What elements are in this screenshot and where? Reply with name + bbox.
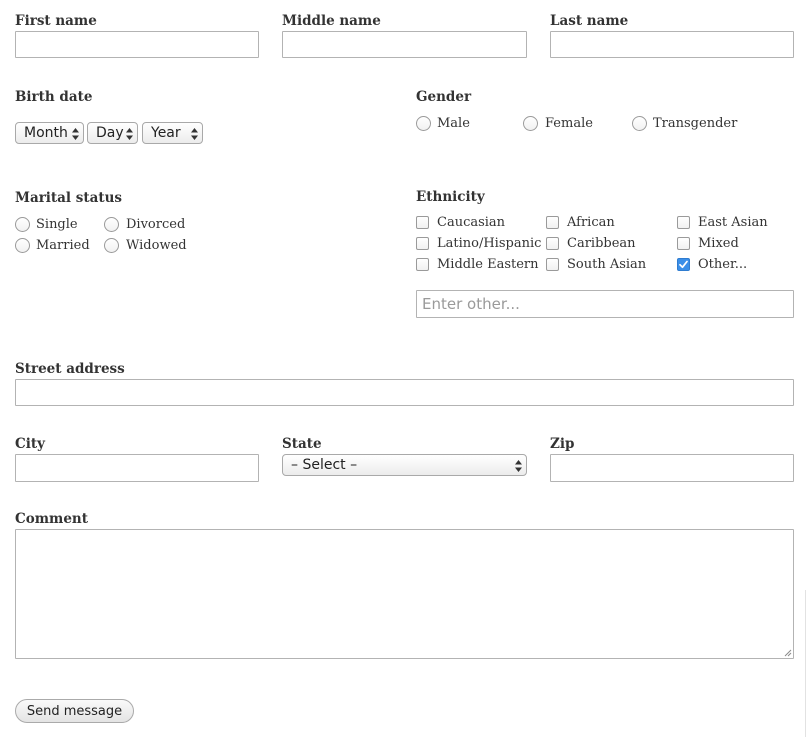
zip-input[interactable] (550, 454, 794, 482)
ethnicity-caribbean-checkbox[interactable] (546, 237, 559, 250)
ethnicity-other-checkbox[interactable] (677, 258, 690, 271)
gender-label: Gender (416, 89, 472, 105)
ethnicity-label: Ethnicity (416, 189, 485, 205)
marital-married-radio[interactable] (15, 238, 30, 253)
street-address-label: Street address (15, 361, 125, 377)
checkmark-icon (679, 260, 688, 269)
ethnicity-mixed-label: Mixed (698, 236, 739, 251)
city-label: City (15, 436, 45, 452)
ethnicity-middle-eastern-label: Middle Eastern (437, 257, 539, 272)
first-name-label: First name (15, 13, 97, 29)
gender-male-label: Male (437, 116, 470, 131)
ethnicity-mixed-checkbox[interactable] (677, 237, 690, 250)
middle-name-input[interactable] (282, 31, 527, 58)
birth-month-value: Month (24, 125, 68, 141)
state-select[interactable]: – Select – (282, 454, 527, 476)
birth-date-label: Birth date (15, 89, 93, 105)
street-address-input[interactable] (15, 379, 794, 406)
ethnicity-latino-label: Latino/Hispanic (437, 236, 542, 251)
last-name-input[interactable] (550, 31, 794, 58)
marital-single-label: Single (36, 217, 78, 232)
marital-divorced-radio[interactable] (104, 217, 119, 232)
middle-name-label: Middle name (282, 13, 381, 29)
ethnicity-other-placeholder: Enter other... (422, 295, 520, 313)
comment-label: Comment (15, 511, 88, 527)
send-message-label: Send message (26, 703, 123, 719)
ethnicity-latino-checkbox[interactable] (416, 237, 429, 250)
marital-single-radio[interactable] (15, 217, 30, 232)
gender-transgender-radio[interactable] (632, 116, 647, 131)
ethnicity-caucasian-label: Caucasian (437, 215, 506, 230)
scrollbar-track[interactable] (805, 590, 806, 737)
gender-transgender-label: Transgender (653, 116, 738, 131)
ethnicity-african-checkbox[interactable] (546, 216, 559, 229)
ethnicity-other-label: Other... (698, 257, 748, 272)
ethnicity-east-asian-checkbox[interactable] (677, 216, 690, 229)
zip-label: Zip (550, 436, 575, 452)
marital-married-label: Married (36, 238, 90, 253)
comment-textarea[interactable] (15, 529, 794, 659)
birth-day-value: Day (96, 125, 124, 141)
gender-female-label: Female (545, 116, 593, 131)
ethnicity-south-asian-label: South Asian (567, 257, 647, 272)
birth-year-select[interactable]: Year (142, 122, 203, 144)
select-arrows-icon (515, 460, 522, 472)
birth-day-select[interactable]: Day (87, 122, 138, 144)
select-arrows-icon (72, 128, 79, 140)
resize-handle-icon[interactable] (784, 649, 792, 657)
gender-male-radio[interactable] (416, 116, 431, 131)
ethnicity-middle-eastern-checkbox[interactable] (416, 258, 429, 271)
marital-widowed-label: Widowed (126, 238, 187, 253)
last-name-label: Last name (550, 13, 629, 29)
ethnicity-south-asian-checkbox[interactable] (546, 258, 559, 271)
marital-status-label: Marital status (15, 190, 122, 206)
gender-female-radio[interactable] (523, 116, 538, 131)
select-arrows-icon (126, 128, 133, 140)
state-select-value: – Select – (291, 457, 358, 473)
ethnicity-east-asian-label: East Asian (698, 215, 768, 230)
marital-widowed-radio[interactable] (104, 238, 119, 253)
marital-divorced-label: Divorced (126, 217, 186, 232)
state-label: State (282, 436, 322, 452)
city-input[interactable] (15, 454, 259, 482)
select-arrows-icon (191, 128, 198, 140)
ethnicity-african-label: African (567, 215, 615, 230)
birth-month-select[interactable]: Month (15, 122, 84, 144)
ethnicity-other-input[interactable]: Enter other... (416, 290, 794, 318)
first-name-input[interactable] (15, 31, 259, 58)
send-message-button[interactable]: Send message (15, 699, 134, 723)
birth-year-value: Year (151, 125, 181, 141)
ethnicity-caribbean-label: Caribbean (567, 236, 636, 251)
ethnicity-caucasian-checkbox[interactable] (416, 216, 429, 229)
